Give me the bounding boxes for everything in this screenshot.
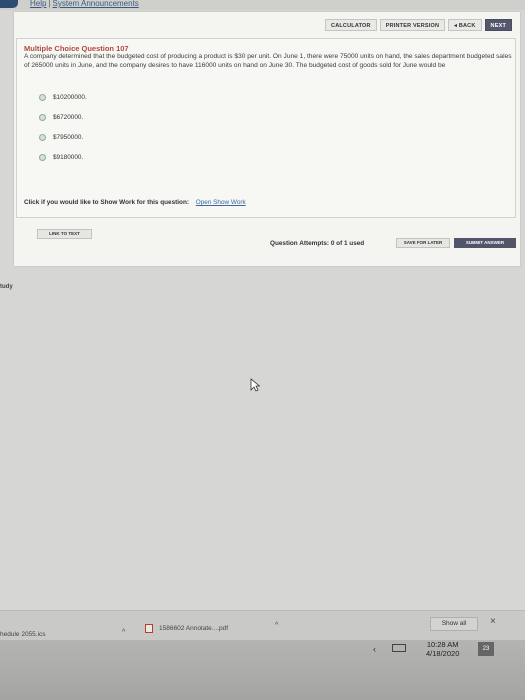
question-panel: CALCULATOR PRINTER VERSION ◂ BACK NEXT M… [14, 12, 520, 266]
printer-version-button[interactable]: PRINTER VERSION [379, 19, 446, 31]
show-work-row: Click if you would like to Show Work for… [24, 199, 246, 206]
chevron-left-icon[interactable]: ‹ [373, 644, 376, 654]
sidebar-fragment: tudy [0, 284, 13, 290]
question-text: A company determined that the budgeted c… [24, 53, 512, 69]
save-for-later-button[interactable]: SAVE FOR LATER [396, 238, 450, 248]
clock-time: 10:28 AM [426, 640, 459, 649]
back-button[interactable]: ◂ BACK [448, 19, 482, 31]
next-button[interactable]: NEXT [484, 19, 512, 31]
top-link-bar: Help | System Announcements [0, 0, 525, 10]
radio-button[interactable] [39, 114, 46, 121]
show-work-prompt: Click if you would like to Show Work for… [24, 199, 189, 206]
question-title: Multiple Choice Question 107 [24, 44, 129, 53]
taskbar: ‹ 10:28 AM 4/18/2020 23 [0, 640, 525, 700]
chevron-up-icon[interactable]: ^ [275, 622, 278, 629]
option-label: $9180000. [53, 154, 84, 161]
download-filename: 1586602 Annotate....pdf [159, 625, 229, 632]
system-announcements-link[interactable]: System Announcements [53, 0, 139, 8]
chevron-up-icon[interactable]: ^ [122, 629, 125, 636]
download-item-pdf[interactable]: 1586602 Annotate....pdf [145, 624, 228, 633]
answer-option[interactable]: $6720000. [39, 113, 87, 122]
question-attempts: Question Attempts: 0 of 1 used [270, 240, 365, 247]
submit-answer-button[interactable]: SUBMIT ANSWER [454, 238, 516, 248]
calculator-button[interactable]: CALCULATOR [325, 19, 377, 31]
download-bar: hedule 2055.ics ^ 1586602 Annotate....pd… [0, 610, 525, 640]
mouse-cursor-icon [250, 378, 260, 392]
clock-date: 4/18/2020 [426, 649, 460, 658]
answer-option[interactable]: $7950000. [39, 133, 87, 142]
download-item-ics[interactable]: hedule 2055.ics [0, 631, 46, 638]
option-label: $10200000. [53, 94, 87, 101]
radio-button[interactable] [39, 134, 46, 141]
answer-option[interactable]: $10200000. [39, 93, 87, 102]
answer-options: $10200000. $6720000. $7950000. $9180000. [39, 93, 87, 173]
radio-button[interactable] [39, 154, 46, 161]
open-show-work-link[interactable]: Open Show Work [196, 199, 246, 206]
taskbar-clock[interactable]: 10:28 AM 4/18/2020 [426, 640, 459, 658]
answer-option[interactable]: $9180000. [39, 153, 87, 162]
option-label: $7950000. [53, 134, 84, 141]
keyboard-icon[interactable] [392, 644, 406, 652]
pdf-file-icon [145, 624, 153, 633]
close-icon[interactable]: × [490, 616, 496, 627]
link-to-text-button[interactable]: LINK TO TEXT [37, 229, 92, 239]
logo-icon [0, 0, 18, 8]
notification-icon[interactable]: 23 [478, 642, 494, 656]
nav-buttons: CALCULATOR PRINTER VERSION ◂ BACK NEXT [325, 19, 512, 31]
question-area: Multiple Choice Question 107 A company d… [16, 38, 516, 239]
show-all-button[interactable]: Show all [430, 617, 478, 631]
help-link[interactable]: Help [30, 0, 46, 8]
radio-button[interactable] [39, 94, 46, 101]
option-label: $6720000. [53, 114, 84, 121]
top-links: Help | System Announcements [30, 0, 139, 8]
